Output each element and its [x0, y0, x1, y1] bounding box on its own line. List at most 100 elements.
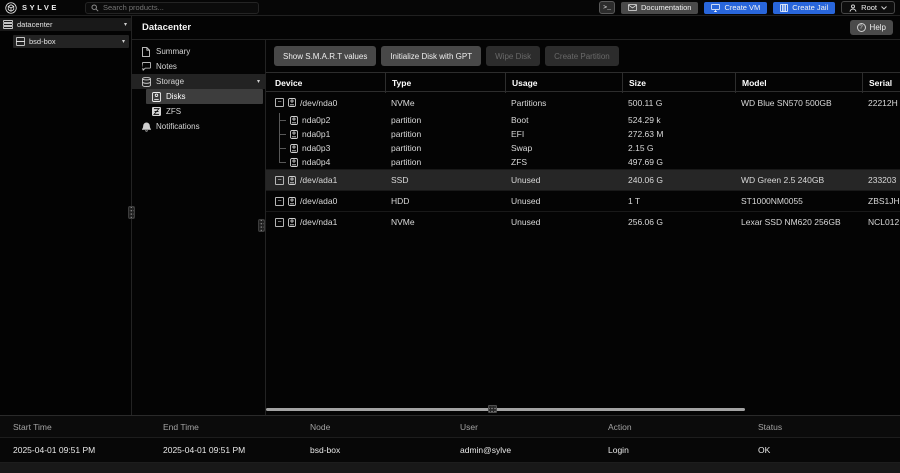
column-header-device[interactable]: Device: [266, 73, 385, 93]
content-body: Summary Notes: [132, 40, 900, 415]
create-vm-button[interactable]: Create VM: [704, 2, 767, 14]
bell-icon: [141, 122, 151, 132]
partition-usage: ZFS: [505, 157, 622, 167]
database-icon: [141, 77, 151, 87]
collapse-toggle-icon[interactable]: −: [275, 176, 284, 185]
help-button[interactable]: ? Help: [850, 20, 893, 35]
terminal-button[interactable]: >_: [599, 1, 615, 14]
menu-resize-grip-icon[interactable]: [258, 219, 265, 232]
table-row-partition[interactable]: nda0p2partitionBoot524.29 k: [266, 113, 900, 127]
sidebar-item-disks[interactable]: Disks: [146, 89, 263, 104]
tree-item-label: bsd-box: [29, 37, 56, 46]
collapse-toggle-icon[interactable]: −: [275, 98, 284, 107]
drive-icon: [288, 176, 296, 185]
column-header-type[interactable]: Type: [385, 73, 505, 93]
tree-item-label: datacenter: [17, 20, 52, 29]
device-usage: Unused: [505, 217, 622, 227]
question-circle-icon: ?: [857, 23, 866, 32]
log-column-header[interactable]: End Time: [163, 422, 310, 432]
device-serial: ZBS1JH: [862, 196, 900, 206]
table-row[interactable]: −/dev/ada1SSDUnused240.06 GWD Green 2.5 …: [266, 169, 900, 190]
search-input[interactable]: [103, 3, 253, 12]
top-bar: SYLVE >_ Documentation: [0, 0, 900, 16]
app-logo[interactable]: SYLVE: [5, 2, 85, 14]
collapse-toggle-icon[interactable]: −: [275, 218, 284, 227]
device-name: /dev/ada0: [300, 196, 337, 206]
table-row-partition[interactable]: nda0p4partitionZFS497.69 G: [266, 155, 900, 169]
log-cell: admin@sylve: [460, 445, 608, 455]
log-column-header[interactable]: Node: [310, 422, 460, 432]
device-size: 1 T: [622, 196, 735, 206]
create-jail-button[interactable]: Create Jail: [773, 2, 835, 14]
search-box[interactable]: [85, 2, 259, 14]
partition-type: partition: [385, 129, 505, 139]
column-header-model[interactable]: Model: [735, 73, 862, 93]
disks-table-header: DeviceTypeUsageSizeModelSerial: [266, 72, 900, 92]
file-icon: [141, 47, 151, 57]
log-table-row[interactable]: 2025-04-01 09:51 PM2025-04-01 09:51 PMbs…: [0, 438, 900, 463]
server-stack-icon: [3, 20, 13, 29]
log-cell: OK: [758, 445, 900, 455]
create-partition-button[interactable]: Create Partition: [545, 46, 619, 66]
app-window: SYLVE >_ Documentation: [0, 0, 900, 473]
device-usage: Unused: [505, 196, 622, 206]
user-icon: [849, 4, 857, 12]
sidebar-item-label: Notes: [156, 62, 177, 71]
sidebar-item-label: ZFS: [166, 107, 181, 116]
table-row[interactable]: −/dev/nda0NVMePartitions500.11 GWD Blue …: [266, 92, 900, 113]
sidebar-item-notifications[interactable]: Notifications: [132, 119, 265, 134]
create-jail-label: Create Jail: [792, 3, 828, 12]
partition-name: nda0p1: [302, 129, 330, 139]
show-smart-values-button[interactable]: Show S.M.A.R.T values: [274, 46, 376, 66]
jail-bars-icon: [780, 4, 788, 12]
device-type: HDD: [385, 196, 505, 206]
scrollbar-grip-icon[interactable]: [488, 405, 497, 413]
partition-type: partition: [385, 115, 505, 125]
section-menu: Summary Notes: [132, 40, 266, 415]
device-name: /dev/ada1: [300, 175, 337, 185]
sidebar-item-label: Disks: [166, 92, 186, 101]
log-column-header[interactable]: User: [460, 422, 608, 432]
chevron-down-icon: ▾: [122, 39, 125, 45]
user-label: Root: [861, 3, 877, 12]
partition-cell: nda0p2: [266, 113, 385, 127]
table-row-partition[interactable]: nda0p3partitionSwap2.15 G: [266, 141, 900, 155]
sidebar-item-summary[interactable]: Summary: [132, 44, 265, 59]
table-row-partition[interactable]: nda0p1partitionEFI272.63 M: [266, 127, 900, 141]
device-size: 256.06 G: [622, 217, 735, 227]
wipe-disk-button[interactable]: Wipe Disk: [486, 46, 540, 66]
table-row[interactable]: −/dev/nda1NVMeUnused256.06 GLexar SSD NM…: [266, 211, 900, 232]
tree-item-bsd-box[interactable]: bsd-box ▾: [13, 35, 129, 48]
partition-name: nda0p4: [302, 157, 330, 167]
log-column-header[interactable]: Status: [758, 422, 900, 432]
create-vm-label: Create VM: [724, 3, 760, 12]
horizontal-scrollbar[interactable]: [266, 408, 745, 411]
partition-name: nda0p3: [302, 143, 330, 153]
zfs-icon: [151, 107, 161, 116]
help-label: Help: [870, 23, 886, 32]
column-header-size[interactable]: Size: [622, 73, 735, 93]
device-serial: 233203: [862, 175, 900, 185]
disk-toolbar: Show S.M.A.R.T values Initialize Disk wi…: [266, 40, 900, 72]
sidebar-item-storage[interactable]: Storage ▾: [132, 74, 265, 89]
partition-usage: Swap: [505, 143, 622, 153]
tree-item-datacenter[interactable]: datacenter ▾: [0, 18, 131, 31]
content-wrap: Datacenter ? Help Summary: [132, 16, 900, 415]
device-serial: NCL012: [862, 217, 900, 227]
cube-logo-icon: [5, 2, 17, 14]
collapse-toggle-icon[interactable]: −: [275, 197, 284, 206]
partition-type: partition: [385, 143, 505, 153]
column-header-serial[interactable]: Serial: [862, 73, 900, 93]
user-menu-button[interactable]: Root: [841, 1, 895, 14]
sidebar-item-notes[interactable]: Notes: [132, 59, 265, 74]
sidebar-item-zfs[interactable]: ZFS: [146, 104, 265, 119]
column-header-usage[interactable]: Usage: [505, 73, 622, 93]
table-row[interactable]: −/dev/ada0HDDUnused1 TST1000NM0055ZBS1JH: [266, 190, 900, 211]
log-column-header[interactable]: Start Time: [13, 422, 163, 432]
topbar-actions: >_ Documentation Create VM: [599, 1, 895, 14]
documentation-button[interactable]: Documentation: [621, 2, 698, 14]
sidebar-resize-grip-icon[interactable]: [128, 206, 135, 219]
partition-usage: Boot: [505, 115, 622, 125]
log-column-header[interactable]: Action: [608, 422, 758, 432]
initialize-disk-gpt-button[interactable]: Initialize Disk with GPT: [381, 46, 481, 66]
